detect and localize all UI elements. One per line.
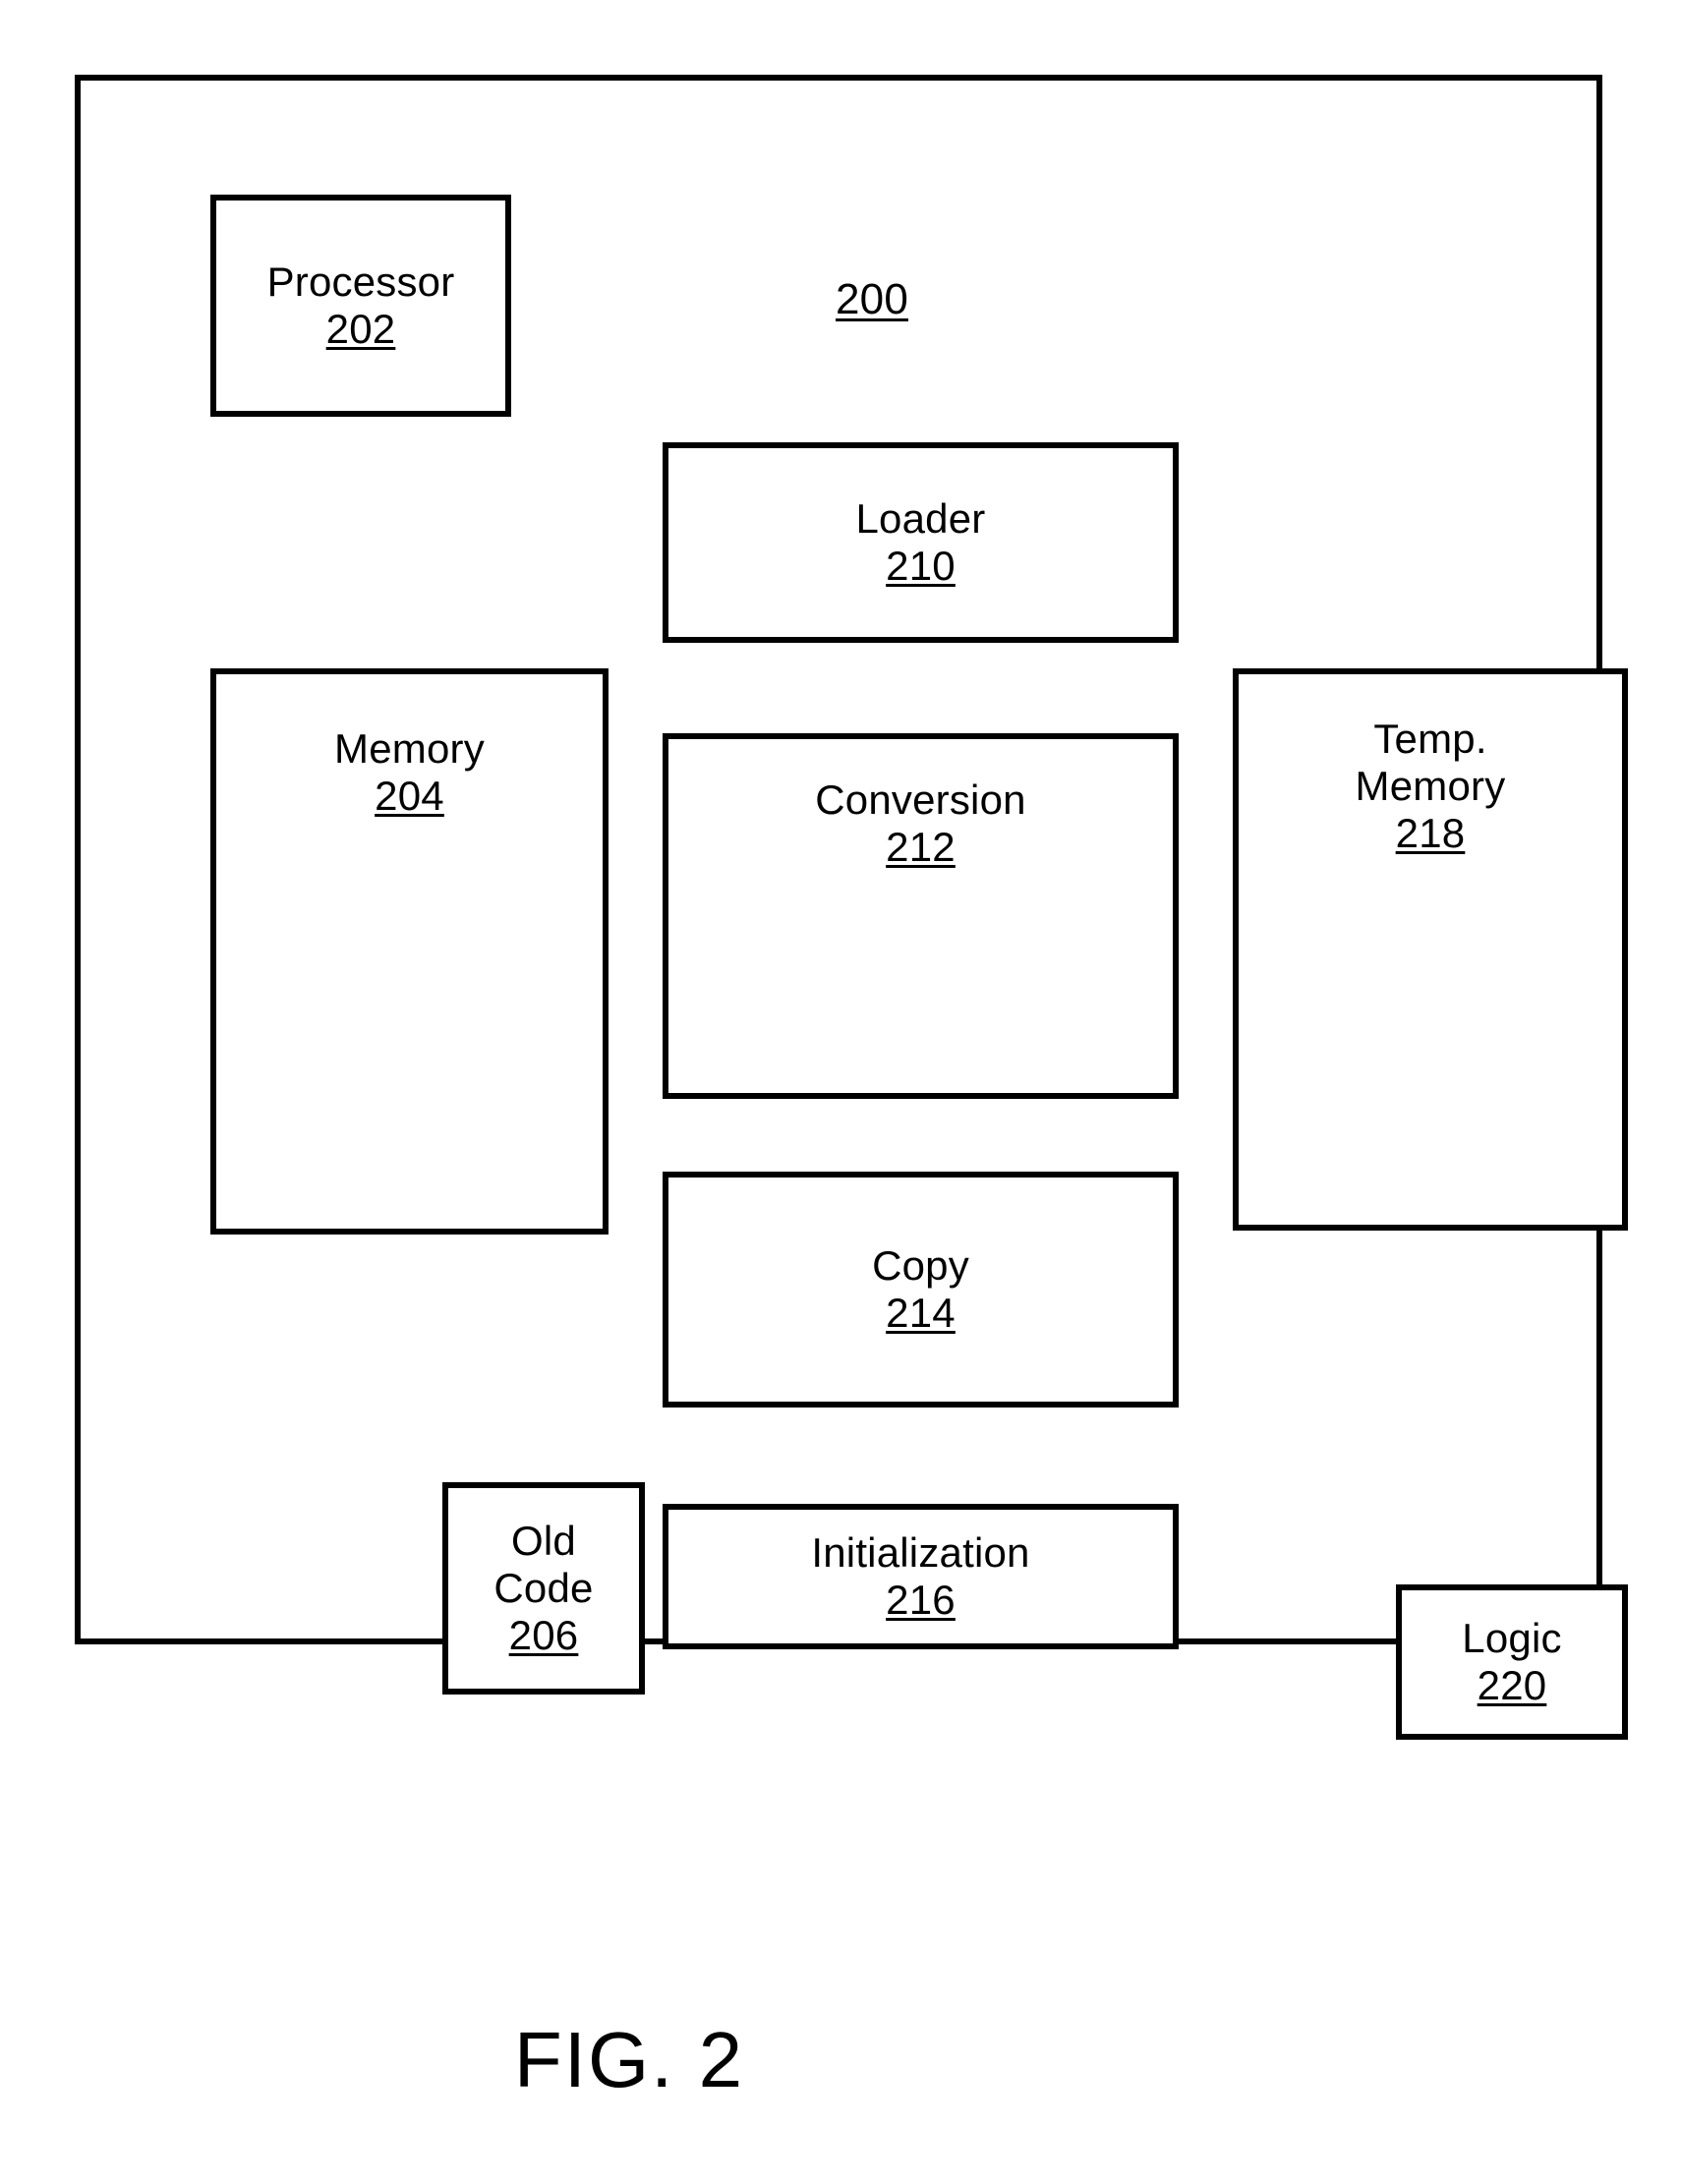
block-temp-memory: Temp. Memory 218 New Code 208 xyxy=(1233,668,1628,1231)
block-processor: Processor 202 xyxy=(210,195,511,417)
block-copy: Copy 214 xyxy=(663,1172,1179,1408)
block-conversion-label: Conversion xyxy=(815,776,1026,823)
block-old-code-ref: 206 xyxy=(508,1611,579,1658)
block-initialization: Initialization 216 xyxy=(663,1504,1179,1649)
block-conversion-ref: 212 xyxy=(886,823,956,870)
block-memory-label: Memory xyxy=(334,725,485,772)
block-memory: Memory 204 Old Code 206 xyxy=(210,668,645,1695)
block-copy-ref: 214 xyxy=(886,1290,956,1336)
block-initialization-label: Initialization xyxy=(811,1529,1030,1577)
block-memory-ref: 204 xyxy=(375,772,444,819)
system-boundary-frame: 200 Processor 202 Loader 210 Memory 204 … xyxy=(75,75,1628,1740)
block-loader-label: Loader xyxy=(855,495,986,543)
block-logic-ref: 220 xyxy=(1477,1662,1547,1708)
block-logic: Logic 220 xyxy=(1396,1584,1628,1740)
block-temp-memory-label-line1: Temp. xyxy=(1373,716,1487,762)
figure-canvas: 200 Processor 202 Loader 210 Memory 204 … xyxy=(0,0,1681,2184)
block-initialization-ref: 216 xyxy=(886,1577,956,1623)
block-logic-label: Logic xyxy=(1462,1615,1562,1662)
block-conversion: Conversion 212 Logic 220 xyxy=(663,733,1628,1740)
block-loader-ref: 210 xyxy=(886,543,956,589)
block-copy-label: Copy xyxy=(872,1242,969,1290)
system-reference-number: 200 xyxy=(835,275,908,323)
block-temp-memory-ref: 218 xyxy=(1395,809,1466,856)
block-processor-label: Processor xyxy=(266,259,455,306)
block-loader: Loader 210 xyxy=(663,442,1179,643)
block-old-code-label-line1: Old xyxy=(511,1518,576,1565)
figure-caption: FIG. 2 xyxy=(513,2016,745,2103)
block-old-code-label-line2: Code xyxy=(493,1565,594,1612)
block-processor-ref: 202 xyxy=(325,306,396,352)
block-temp-memory-label-line2: Memory xyxy=(1355,762,1506,809)
block-old-code: Old Code 206 xyxy=(442,1482,645,1695)
